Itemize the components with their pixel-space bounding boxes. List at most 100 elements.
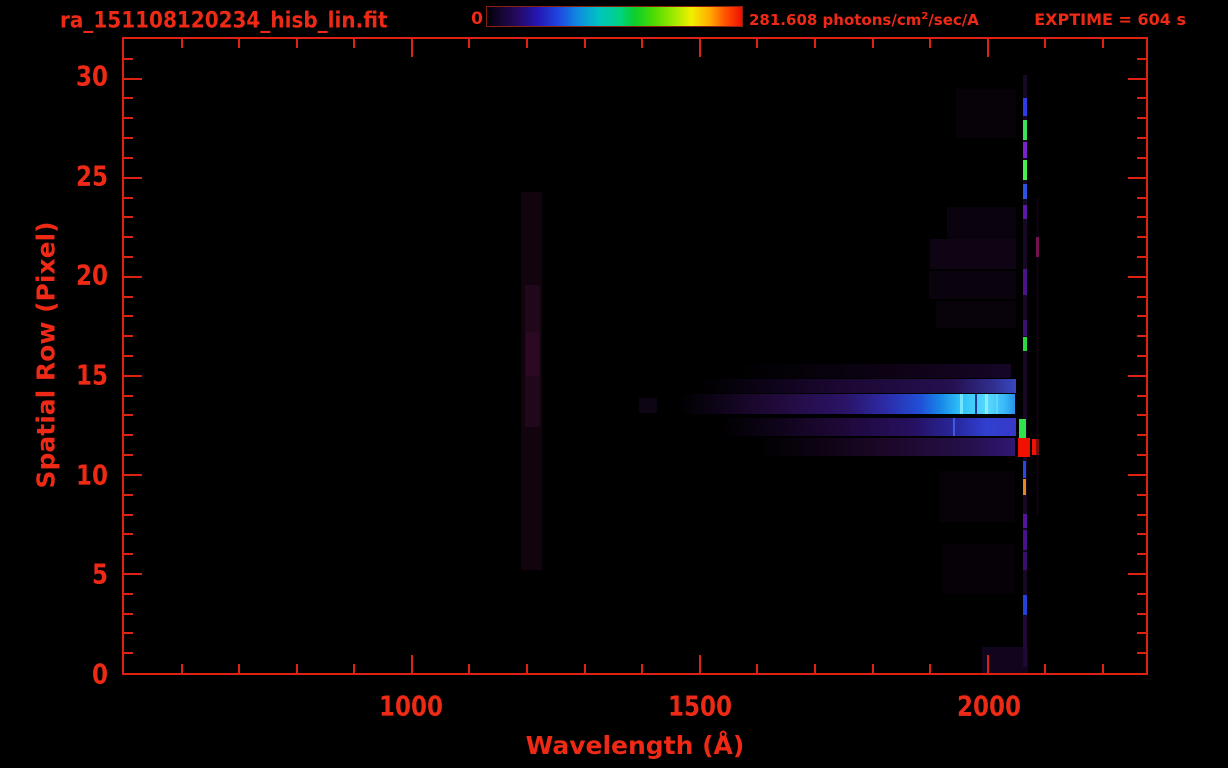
minor-tick-top	[1044, 39, 1046, 48]
minor-tick-right	[1137, 514, 1146, 516]
minor-tick-bottom	[814, 664, 816, 673]
major-tick-top	[987, 39, 989, 57]
minor-tick-left	[124, 197, 133, 199]
minor-tick-bottom	[181, 664, 183, 673]
colorbar-max-label: 281.608 photons/cm2/sec/A	[749, 11, 979, 29]
minor-tick-right	[1137, 454, 1146, 456]
minor-tick-left	[124, 553, 133, 555]
minor-tick-left	[124, 157, 133, 159]
minor-tick-bottom	[584, 664, 586, 673]
plot-area	[122, 37, 1148, 675]
minor-tick-bottom	[756, 664, 758, 673]
minor-tick-right	[1137, 395, 1146, 397]
minor-tick-right	[1137, 533, 1146, 535]
minor-tick-right	[1137, 216, 1146, 218]
minor-tick-right	[1137, 632, 1146, 634]
major-tick-right	[1128, 78, 1146, 80]
minor-tick-left	[124, 58, 133, 60]
major-tick-bottom	[699, 655, 701, 673]
minor-tick-right	[1137, 613, 1146, 615]
minor-tick-left	[124, 414, 133, 416]
major-tick-right	[1128, 276, 1146, 278]
minor-tick-bottom	[929, 664, 931, 673]
minor-tick-bottom	[1102, 664, 1104, 673]
colorbar-min-label: 0	[450, 9, 483, 29]
minor-tick-right	[1137, 97, 1146, 99]
minor-tick-left	[124, 97, 133, 99]
minor-tick-right	[1137, 236, 1146, 238]
minor-tick-top	[526, 39, 528, 48]
minor-tick-left	[124, 395, 133, 397]
minor-tick-top	[641, 39, 643, 48]
minor-tick-left	[124, 296, 133, 298]
colorbar-gradient	[486, 6, 743, 27]
minor-tick-left	[124, 434, 133, 436]
minor-tick-left	[124, 652, 133, 654]
minor-tick-bottom	[468, 664, 470, 673]
minor-tick-top	[296, 39, 298, 48]
y-tick-label: 25	[30, 164, 108, 190]
minor-tick-top	[814, 39, 816, 48]
minor-tick-left	[124, 216, 133, 218]
minor-tick-left	[124, 256, 133, 258]
minor-tick-right	[1137, 315, 1146, 317]
minor-tick-bottom	[353, 664, 355, 673]
minor-tick-top	[353, 39, 355, 48]
major-tick-top	[699, 39, 701, 57]
minor-tick-left	[124, 137, 133, 139]
minor-tick-right	[1137, 414, 1146, 416]
minor-tick-right	[1137, 593, 1146, 595]
minor-tick-right	[1137, 494, 1146, 496]
minor-tick-bottom	[1044, 664, 1046, 673]
x-axis-title: Wavelength (Å)	[526, 731, 745, 760]
minor-tick-right	[1137, 197, 1146, 199]
minor-tick-top	[929, 39, 931, 48]
axis-ticks-layer	[124, 39, 1146, 673]
minor-tick-left	[124, 335, 133, 337]
minor-tick-left	[124, 593, 133, 595]
minor-tick-bottom	[641, 664, 643, 673]
y-tick-label: 2000	[957, 694, 1021, 720]
minor-tick-right	[1137, 137, 1146, 139]
y-tick-label: 5	[30, 562, 108, 588]
major-tick-left	[124, 474, 142, 476]
minor-tick-bottom	[238, 664, 240, 673]
spectrum-viewer-window: ra_151108120234_hisb_lin.fit 0 281.608 p…	[0, 0, 1228, 768]
exptime-label: EXPTIME = 604 s	[1034, 10, 1186, 29]
major-tick-left	[124, 276, 142, 278]
minor-tick-right	[1137, 335, 1146, 337]
minor-tick-left	[124, 632, 133, 634]
minor-tick-left	[124, 613, 133, 615]
y-tick-label: 1000	[379, 694, 443, 720]
minor-tick-left	[124, 236, 133, 238]
y-tick-label: 1500	[668, 694, 732, 720]
major-tick-right	[1128, 375, 1146, 377]
minor-tick-right	[1137, 553, 1146, 555]
plot-title: ra_151108120234_hisb_lin.fit	[60, 6, 388, 33]
colorbar-max-units-rest: /sec/A	[928, 11, 979, 29]
minor-tick-right	[1137, 157, 1146, 159]
major-tick-left	[124, 375, 142, 377]
minor-tick-left	[124, 494, 133, 496]
minor-tick-top	[756, 39, 758, 48]
major-tick-left	[124, 78, 142, 80]
minor-tick-bottom	[526, 664, 528, 673]
major-tick-right	[1128, 177, 1146, 179]
minor-tick-right	[1137, 355, 1146, 357]
minor-tick-left	[124, 533, 133, 535]
minor-tick-left	[124, 315, 133, 317]
minor-tick-bottom	[872, 664, 874, 673]
minor-tick-right	[1137, 652, 1146, 654]
major-tick-bottom	[411, 655, 413, 673]
minor-tick-right	[1137, 256, 1146, 258]
minor-tick-top	[238, 39, 240, 48]
major-tick-bottom	[987, 655, 989, 673]
major-tick-left	[124, 573, 142, 575]
minor-tick-bottom	[296, 664, 298, 673]
minor-tick-top	[181, 39, 183, 48]
y-tick-label: 30	[30, 64, 108, 90]
major-tick-top	[411, 39, 413, 57]
minor-tick-top	[872, 39, 874, 48]
colorbar-max-value: 281.608 photons/cm	[749, 11, 921, 29]
y-tick-label: 0	[30, 662, 108, 688]
